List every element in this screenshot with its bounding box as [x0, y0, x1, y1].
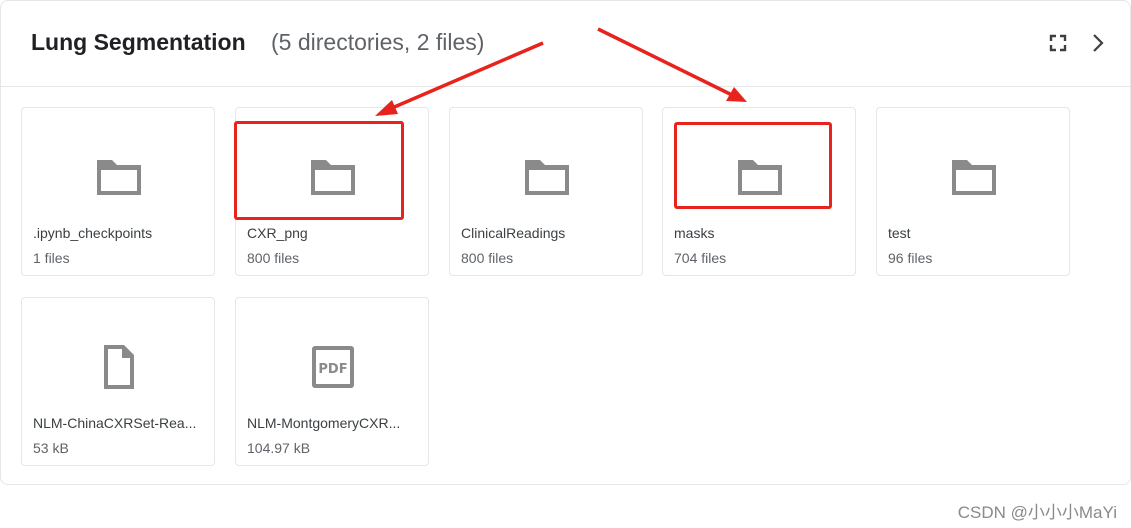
dataset-panel: Lung Segmentation (5 directories, 2 file…	[0, 0, 1131, 485]
folder-name: ClinicalReadings	[461, 225, 566, 241]
folder-icon	[97, 160, 141, 195]
chevron-right-icon[interactable]	[1087, 32, 1109, 54]
watermark: CSDN @小小小MaYi	[957, 503, 1117, 522]
file-count: 96 files	[888, 250, 933, 266]
file-count: 800 files	[247, 250, 300, 266]
file-count: 704 files	[674, 250, 727, 266]
annotation-box-masks	[674, 122, 832, 209]
file-size: 53 kB	[33, 440, 69, 456]
page-title: Lung Segmentation	[31, 29, 246, 55]
folder-name: test	[888, 225, 911, 241]
folder-card-test[interactable]: test 96 files	[876, 107, 1070, 276]
folder-name: masks	[674, 225, 715, 241]
folder-icon	[952, 160, 996, 195]
file-card-montgomery-cxr[interactable]: PDF NLM-MontgomeryCXR... 104.97 kB	[235, 297, 429, 466]
pdf-icon: PDF	[312, 346, 354, 388]
file-name: NLM-MontgomeryCXR...	[247, 415, 401, 431]
file-card-china-cxr[interactable]: NLM-ChinaCXRSet-Rea... 53 kB	[21, 297, 215, 466]
svg-text:PDF: PDF	[318, 362, 347, 377]
folder-icon	[525, 160, 569, 195]
file-icon	[104, 345, 134, 389]
item-count: (5 directories, 2 files)	[271, 29, 485, 55]
folder-card-ipynb-checkpoints[interactable]: .ipynb_checkpoints 1 files	[21, 107, 215, 276]
folder-name: CXR_png	[247, 225, 308, 241]
file-name: NLM-ChinaCXRSet-Rea...	[33, 415, 197, 431]
panel-header: Lung Segmentation (5 directories, 2 file…	[1, 1, 1131, 87]
fullscreen-icon[interactable]	[1047, 32, 1069, 54]
file-size: 104.97 kB	[247, 440, 311, 456]
annotation-box-cxr-png	[234, 121, 404, 220]
folder-card-clinical-readings[interactable]: ClinicalReadings 800 files	[449, 107, 643, 276]
file-count: 1 files	[33, 250, 70, 266]
file-count: 800 files	[461, 250, 514, 266]
folder-name: .ipynb_checkpoints	[33, 225, 153, 241]
